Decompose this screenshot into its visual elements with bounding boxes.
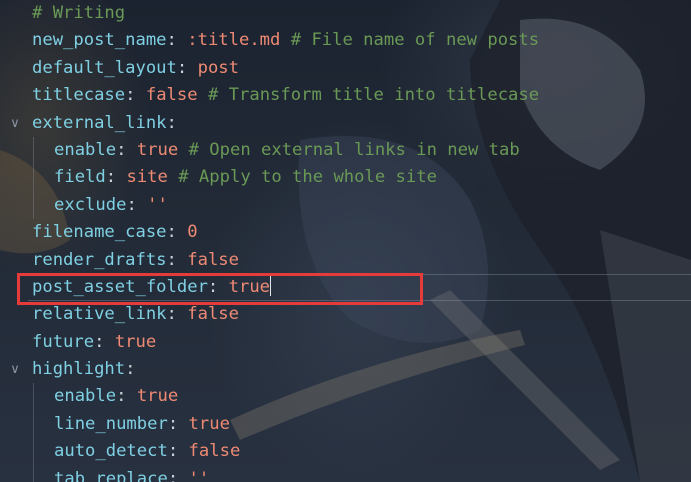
yaml-key: field (54, 167, 106, 188)
yaml-value: true (136, 139, 179, 160)
code-line[interactable]: enable: true # Open external links in ne… (0, 136, 691, 165)
code-line[interactable]: auto_detect: false (0, 438, 691, 466)
code-line[interactable]: filename_case: 0 (0, 219, 691, 246)
yaml-value: false (145, 85, 198, 106)
code-text: default_layout: post (32, 55, 239, 82)
code-text: enable: true (54, 383, 178, 410)
indent-guide (33, 465, 34, 482)
yaml-value: '' (147, 194, 168, 215)
yaml-value: false (187, 304, 239, 325)
code-line[interactable]: # Writing (0, 0, 691, 27)
yaml-key: new_post_name (32, 30, 167, 51)
yaml-key: enable (54, 139, 117, 160)
colon: : (105, 167, 117, 188)
colon: : (125, 85, 136, 106)
yaml-key: future (32, 331, 95, 352)
code-text: external_link: (32, 110, 177, 137)
code-text: tab_replace: '' (54, 466, 209, 482)
yaml-key: relative_link (32, 304, 167, 325)
code-text: auto_detect: false (54, 438, 240, 465)
indent-guide (33, 410, 34, 439)
yaml-key: highlight (32, 359, 126, 380)
indent-guide (33, 136, 34, 165)
colon: : (166, 249, 177, 270)
code-lines[interactable]: # Writing new_post_name: :title.md # File… (0, 0, 691, 482)
colon: : (167, 441, 179, 462)
yaml-key: render_drafts (32, 249, 167, 270)
code-text: filename_case: 0 (32, 219, 198, 246)
code-line[interactable]: tab_replace: '' (0, 465, 691, 482)
code-line[interactable]: render_drafts: false (0, 247, 691, 274)
code-text: new_post_name: :title.md # File name of … (32, 27, 539, 54)
yaml-key: filename_case (32, 222, 167, 243)
comment-text: # Writing (32, 3, 126, 23)
colon: : (116, 386, 127, 407)
code-line[interactable]: exclude: '' (0, 191, 691, 220)
comment-text: # Open external links in new tab (188, 139, 520, 160)
colon: : (167, 468, 179, 482)
colon: : (126, 194, 137, 215)
colon: : (125, 359, 136, 380)
comment-text: # Transform title into titlecase (207, 85, 540, 106)
code-line[interactable]: titlecase: false # Transform title into … (0, 82, 691, 109)
code-editor[interactable]: # Writing new_post_name: :title.md # File… (0, 0, 691, 482)
yaml-value: true (114, 331, 157, 352)
indent-guide (33, 438, 34, 466)
yaml-key: tab_replace (54, 468, 168, 482)
comment-text: # File name of new posts (290, 30, 540, 51)
yaml-key: exclude (54, 194, 127, 215)
yaml-key: auto_detect (54, 441, 168, 462)
colon: : (166, 112, 177, 133)
indent-guide (33, 164, 34, 192)
colon: : (167, 413, 179, 434)
code-text: titlecase: false # Transform title into … (32, 82, 539, 109)
colon: : (166, 304, 177, 325)
code-text: enable: true # Open external links in ne… (54, 137, 520, 164)
comment-text: # Apply to the whole site (178, 167, 437, 188)
yaml-key: default_layout (32, 57, 177, 78)
red-highlight-box (17, 273, 423, 305)
yaml-value: true (188, 413, 230, 434)
colon: : (166, 30, 177, 51)
yaml-value: post (197, 57, 239, 78)
code-line[interactable]: ∨ highlight: (0, 356, 691, 383)
code-text: field: site # Apply to the whole site (54, 164, 437, 191)
yaml-value: false (188, 441, 241, 462)
colon: : (176, 57, 188, 78)
code-line[interactable]: default_layout: post (0, 55, 691, 82)
code-line[interactable]: ∨ external_link: (0, 110, 691, 137)
code-line[interactable]: relative_link: false (0, 301, 691, 328)
code-text: highlight: (32, 356, 136, 383)
code-line[interactable]: future: true (0, 329, 691, 356)
yaml-value: false (187, 249, 239, 270)
yaml-value: true (136, 386, 179, 407)
code-line[interactable]: new_post_name: :title.md # File name of … (0, 27, 691, 54)
chevron-down-icon[interactable]: ∨ (8, 356, 22, 383)
colon: : (166, 222, 177, 243)
yaml-value: site (126, 167, 168, 188)
code-line[interactable]: enable: true (0, 383, 691, 411)
yaml-value: 0 (187, 222, 198, 243)
code-text: relative_link: false (32, 301, 239, 328)
yaml-key: titlecase (32, 85, 126, 106)
code-text: future: true (32, 329, 156, 356)
code-text: line_number: true (54, 411, 230, 438)
colon: : (116, 139, 127, 160)
chevron-down-icon[interactable]: ∨ (8, 110, 22, 137)
yaml-key: external_link (32, 112, 167, 133)
code-text: # Writing (32, 0, 125, 27)
code-text: exclude: '' (54, 192, 168, 219)
code-line[interactable]: line_number: true (0, 410, 691, 439)
yaml-value: :title.md (187, 30, 281, 51)
indent-guide (33, 191, 34, 220)
code-line[interactable]: field: site # Apply to the whole site (0, 164, 691, 192)
yaml-key: enable (54, 386, 117, 407)
yaml-key: line_number (54, 413, 168, 434)
indent-guide (33, 383, 34, 411)
yaml-value: '' (188, 468, 210, 482)
colon: : (94, 331, 105, 352)
code-text: render_drafts: false (32, 247, 239, 274)
